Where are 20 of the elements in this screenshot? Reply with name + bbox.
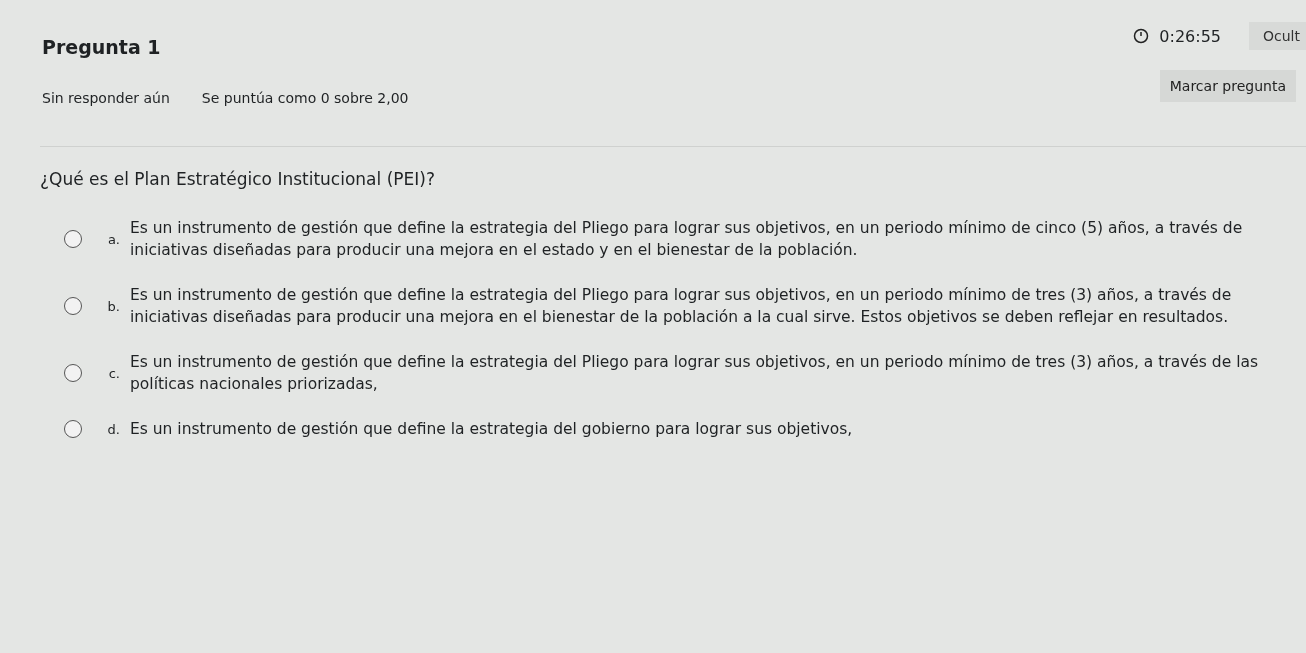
option-letter: d. <box>106 421 120 437</box>
option-letter: c. <box>107 365 120 381</box>
hide-button[interactable]: Ocult <box>1249 22 1306 50</box>
question-title: Pregunta 1 <box>42 36 162 58</box>
radio-button[interactable] <box>64 297 82 316</box>
status-text: Sin responder aún <box>42 90 170 106</box>
radio-button[interactable] <box>64 230 82 249</box>
radio-button[interactable] <box>64 420 82 439</box>
grade-text: Se puntúa como 0 sobre 2,00 <box>201 90 409 106</box>
option-text: Es un instrumento de gestión que define la estrategia del Pliego para lograr sus objetivos, en un periodo mínimo de tres (3) años, a través de las políticas nacionales priorizadas, <box>130 351 1260 396</box>
option-text: Es un instrumento de gestión que define la estrategia del Pliego para lograr sus objetivos, en un periodo mínimo de cinco (5) años, a través de iniciativas diseñadas para producir una mejora en el estado y en el bienestar de la población. <box>130 218 1244 262</box>
option-text: Es un instrumento de gestión que define la estrategia del Pliego para lograr sus objetivos, en un periodo mínimo de tres (3) años, a través de iniciativas diseñadas para producir una mejora en el bienestar de la población a la cual sirve. Estos objetivos se deben reflejar en resultados. <box>130 284 1233 329</box>
clock-icon <box>1133 28 1150 44</box>
option-letter: b. <box>106 298 120 314</box>
option-letter: a. <box>106 231 120 247</box>
timer-text: 0:26:55 <box>1159 26 1222 46</box>
flag-question-button[interactable]: Marcar pregunta <box>1159 70 1296 102</box>
radio-button[interactable] <box>64 364 82 383</box>
option-text: Es un instrumento de gestión que define la estrategia del gobierno para lograr sus objetivos, <box>130 418 854 440</box>
question-text: ¿Qué es el Plan Estratégico Institucional (PEI)? <box>40 146 1306 189</box>
